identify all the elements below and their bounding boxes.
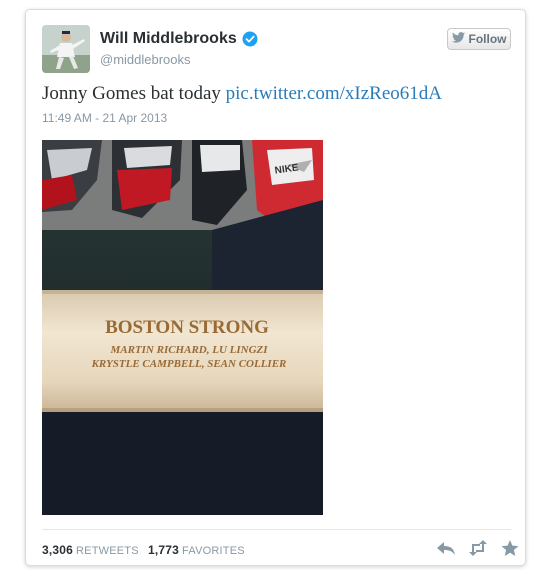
tweet-text: Jonny Gomes bat today pic.twitter.com/xI…: [42, 83, 442, 105]
avatar[interactable]: [42, 25, 90, 73]
retweet-icon[interactable]: [468, 539, 488, 557]
favorite-count[interactable]: 1,773: [148, 543, 179, 557]
tweet-photo[interactable]: BOSTON STRONG MARTIN RICHARD, LU LINGZI …: [42, 140, 323, 515]
tweet-body: Jonny Gomes bat today: [42, 83, 221, 104]
tweet-stats: 3,306 RETWEETS 1,773 FAVORITES: [42, 543, 245, 557]
favorite-label[interactable]: FAVORITES: [182, 545, 245, 557]
user-handle[interactable]: @middlebrooks: [100, 52, 191, 67]
bird-icon: [451, 32, 465, 46]
follow-button[interactable]: Follow: [447, 28, 511, 50]
retweet-label[interactable]: RETWEETS: [76, 545, 139, 557]
tweet-card: Will Middlebrooks @middlebrooks Follow J…: [25, 9, 526, 566]
reply-icon[interactable]: [436, 539, 456, 557]
bat-engraving-names-2: KRYSTLE CAMPBELL, SEAN COLLIER: [91, 358, 287, 370]
favorite-icon[interactable]: [500, 539, 520, 557]
bat-engraving-title: BOSTON STRONG: [105, 317, 269, 338]
tweet-timestamp[interactable]: 11:49 AM - 21 Apr 2013: [42, 111, 167, 125]
bat-engraving-names-1: MARTIN RICHARD, LU LINGZI: [109, 344, 268, 356]
retweet-count[interactable]: 3,306: [42, 543, 73, 557]
follow-button-label: Follow: [468, 32, 507, 46]
user-name-text[interactable]: Will Middlebrooks: [100, 30, 237, 48]
tweet-actions: [436, 539, 520, 557]
divider: [42, 529, 511, 530]
verified-badge-icon: [242, 31, 258, 47]
user-name[interactable]: Will Middlebrooks: [100, 30, 258, 48]
tweet-media-link[interactable]: pic.twitter.com/xIzReo61dA: [226, 83, 442, 104]
